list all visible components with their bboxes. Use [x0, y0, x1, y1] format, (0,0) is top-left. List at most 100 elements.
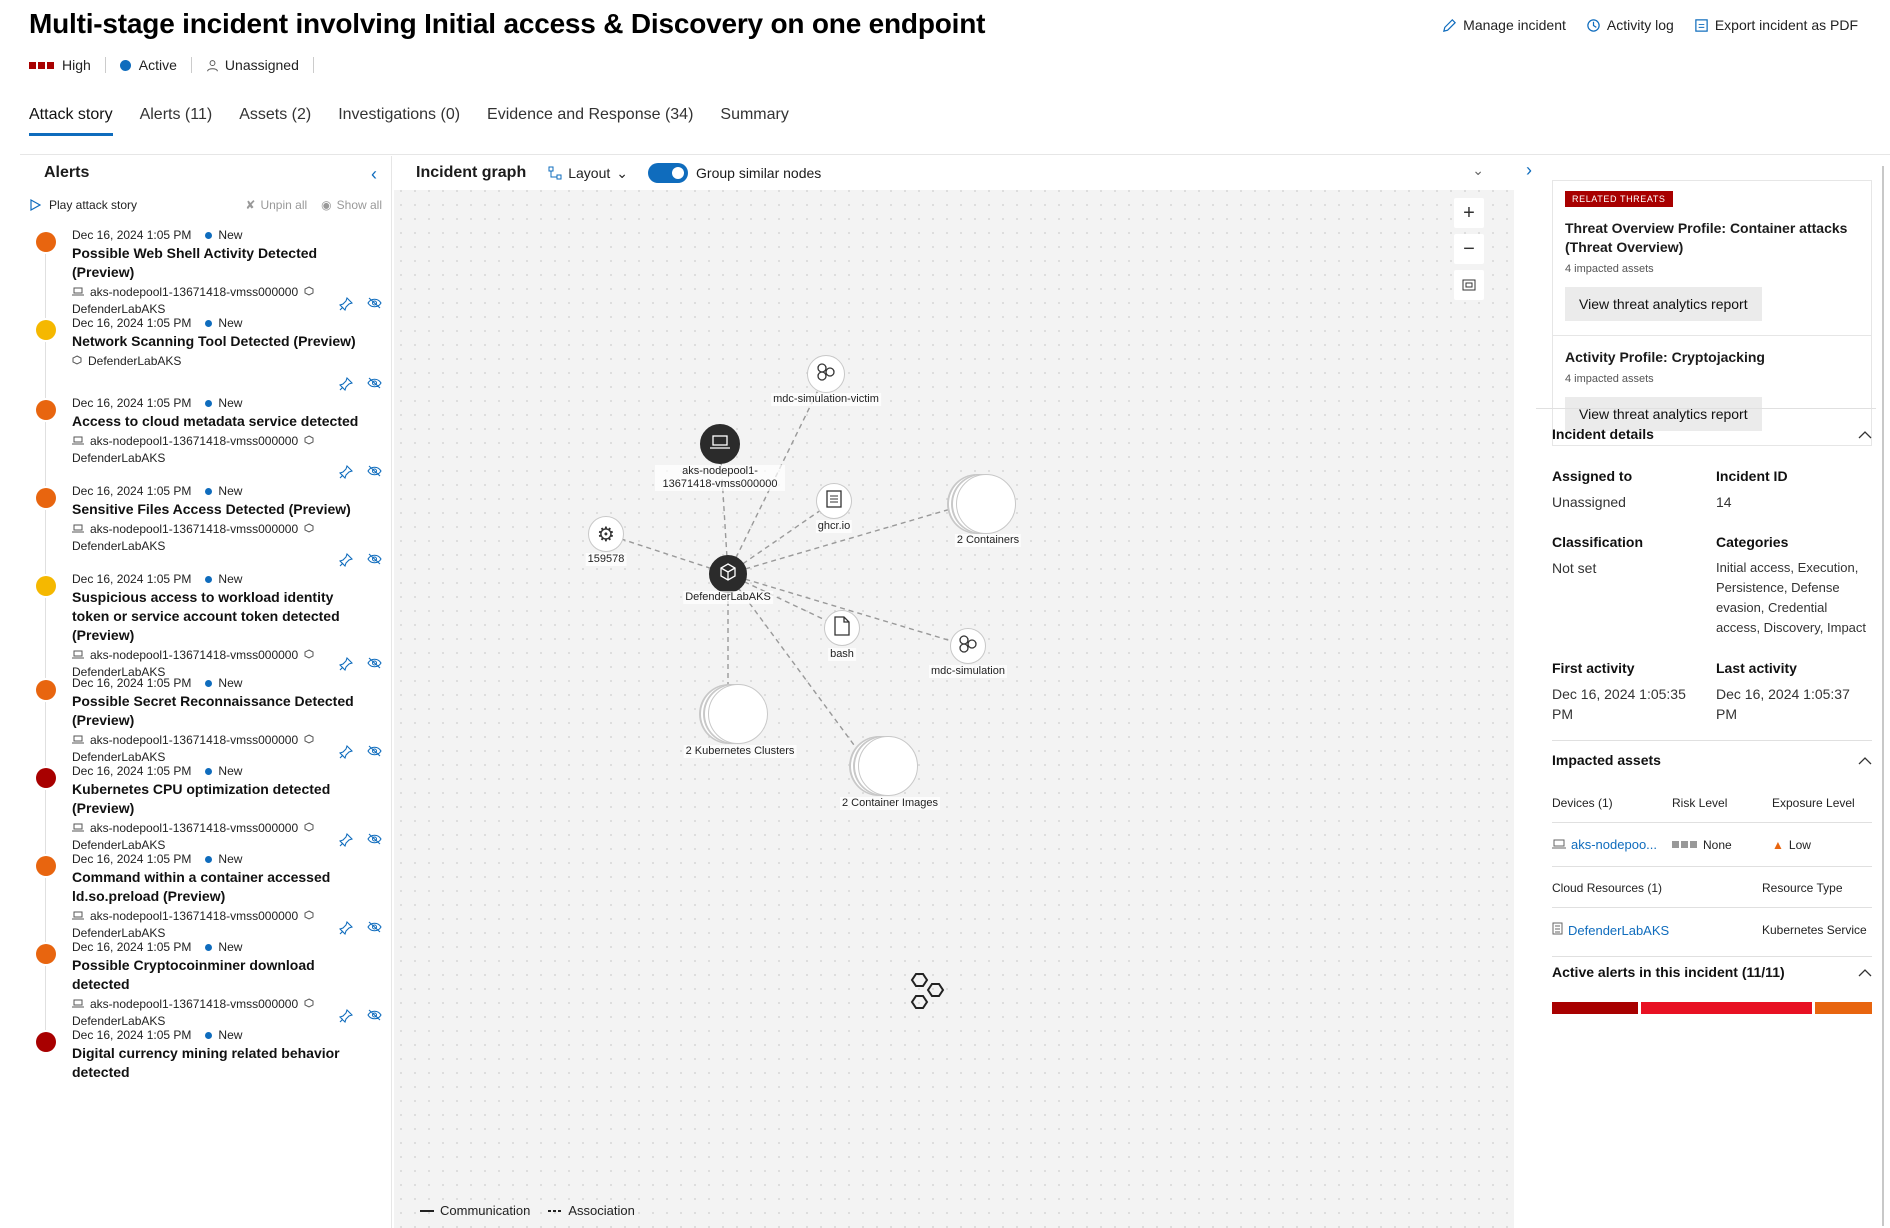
- laptop-icon: [72, 908, 84, 925]
- risk-value: None: [1703, 837, 1732, 852]
- hide-icon[interactable]: [367, 657, 382, 674]
- alert-item[interactable]: Dec 16, 2024 1:05 PM New Sensitive Files A…: [20, 484, 391, 574]
- collapse-chevron-icon[interactable]: ‹: [371, 164, 377, 185]
- cloud-link[interactable]: DefenderLabAKS: [1568, 923, 1669, 938]
- show-all-button[interactable]: ◉ Show all: [321, 198, 382, 212]
- pin-icon[interactable]: [338, 376, 354, 394]
- alert-title[interactable]: Sensitive Files Access Detected (Preview…: [72, 500, 372, 519]
- tab-investigations[interactable]: Investigations (0): [338, 106, 460, 136]
- alert-title[interactable]: Digital currency mining related behavior…: [72, 1044, 372, 1082]
- alert-item[interactable]: Dec 16, 2024 1:05 PM New Suspicious access…: [20, 572, 391, 679]
- alert-title[interactable]: Network Scanning Tool Detected (Preview): [72, 332, 372, 351]
- pin-icon[interactable]: [338, 464, 354, 482]
- unpin-all-button[interactable]: ✘ Unpin all: [245, 198, 307, 212]
- node-device[interactable]: [700, 424, 740, 464]
- alert-item[interactable]: Dec 16, 2024 1:05 PM New Access to cloud m…: [20, 396, 391, 486]
- node-containers[interactable]: [956, 474, 1016, 534]
- severity-dot-icon: [36, 576, 56, 596]
- activity-log-button[interactable]: Activity log: [1586, 17, 1674, 33]
- alert-title[interactable]: Possible Web Shell Activity Detected (Pr…: [72, 244, 372, 282]
- hide-icon[interactable]: [367, 833, 382, 850]
- alert-item[interactable]: Dec 16, 2024 1:05 PM New Possible Secret R…: [20, 676, 391, 766]
- alert-title[interactable]: Possible Secret Reconnaissance Detected …: [72, 692, 372, 730]
- node-victim[interactable]: [807, 355, 845, 393]
- expand-chevron-icon[interactable]: ›: [1526, 160, 1532, 181]
- alert-item[interactable]: Dec 16, 2024 1:05 PM New Digital currency …: [20, 1028, 391, 1088]
- pin-icon[interactable]: [338, 1008, 354, 1026]
- pin-icon[interactable]: [338, 832, 354, 850]
- hide-icon[interactable]: [367, 297, 382, 314]
- alert-title[interactable]: Suspicious access to workload identity t…: [72, 588, 372, 645]
- new-dot-icon: [205, 399, 213, 407]
- node-ghcr[interactable]: [816, 483, 852, 519]
- alert-meta: Dec 16, 2024 1:05 PM New: [72, 396, 372, 410]
- exposure-cell: ▲ Low: [1772, 838, 1811, 852]
- alert-status: New: [218, 396, 243, 410]
- risk-cell: None: [1672, 838, 1772, 852]
- alert-cluster: DefenderLabAKS: [72, 302, 166, 316]
- hide-icon[interactable]: [367, 553, 382, 570]
- pin-icon[interactable]: [338, 552, 354, 570]
- alert-meta: Dec 16, 2024 1:05 PM New: [72, 852, 372, 866]
- history-icon: [1586, 18, 1601, 33]
- alert-item[interactable]: Dec 16, 2024 1:05 PM New Command within a …: [20, 852, 391, 942]
- alert-time: Dec 16, 2024 1:05 PM: [72, 676, 192, 690]
- hide-icon[interactable]: [367, 465, 382, 482]
- impacted-assets-header[interactable]: Impacted assets: [1552, 752, 1872, 768]
- alert-severity-strip: [1552, 1002, 1872, 1014]
- alert-item[interactable]: Dec 16, 2024 1:05 PM New Possible Web Shel…: [20, 228, 391, 318]
- alert-title[interactable]: Possible Cryptocoinminer download detect…: [72, 956, 372, 994]
- alert-item[interactable]: Dec 16, 2024 1:05 PM New Kubernetes CPU op…: [20, 764, 391, 854]
- view-threat-report-button[interactable]: View threat analytics report: [1565, 287, 1762, 321]
- alert-meta: Dec 16, 2024 1:05 PM New: [72, 484, 372, 498]
- active-alerts-header[interactable]: Active alerts in this incident (11/11): [1552, 964, 1872, 980]
- alert-title[interactable]: Kubernetes CPU optimization detected (Pr…: [72, 780, 372, 818]
- node-container-images[interactable]: [858, 736, 918, 796]
- node-bash[interactable]: [824, 610, 860, 646]
- pin-icon[interactable]: [338, 744, 354, 762]
- play-attack-story-button[interactable]: Play attack story: [30, 198, 137, 212]
- node-simulation[interactable]: [950, 628, 986, 664]
- play-label: Play attack story: [49, 198, 138, 212]
- alert-status: New: [218, 940, 243, 954]
- hide-icon[interactable]: [367, 745, 382, 762]
- node-simulation-label: mdc-simulation: [929, 665, 1007, 678]
- tab-assets[interactable]: Assets (2): [239, 106, 311, 136]
- tab-attack-story[interactable]: Attack story: [29, 106, 113, 136]
- incident-graph[interactable]: Incident graph Layout ⌄ Group similar no…: [394, 156, 1514, 1228]
- alerts-panel-title: Alerts: [44, 164, 90, 181]
- severity-strip-medium: [1640, 1002, 1812, 1014]
- pin-icon[interactable]: [338, 656, 354, 674]
- pin-icon[interactable]: [338, 296, 354, 314]
- last-activity-value: Dec 16, 2024 1:05:37 PM: [1716, 686, 1850, 722]
- scrollbar[interactable]: [1882, 166, 1884, 1226]
- hide-icon[interactable]: [367, 1009, 382, 1026]
- device-link[interactable]: aks-nodepoo...: [1571, 837, 1657, 852]
- tab-evidence[interactable]: Evidence and Response (34): [487, 106, 693, 136]
- export-pdf-button[interactable]: Export incident as PDF: [1694, 17, 1858, 33]
- alert-item[interactable]: Dec 16, 2024 1:05 PM New Network Scanning …: [20, 316, 391, 398]
- node-k8s-clusters[interactable]: [708, 684, 768, 744]
- manage-incident-button[interactable]: Manage incident: [1442, 17, 1566, 33]
- alert-device: aks-nodepool1-13671418-vmss000000: [72, 647, 372, 664]
- hide-icon[interactable]: [367, 377, 382, 394]
- alert-cluster: DefenderLabAKS: [72, 926, 166, 940]
- tab-summary[interactable]: Summary: [720, 106, 788, 136]
- severity-dot-icon: [36, 944, 56, 964]
- cloud-cell: DefenderLabAKS: [1552, 922, 1762, 938]
- pin-icon[interactable]: [338, 920, 354, 938]
- alerts-toolbar: Play attack story ✘ Unpin all ◉ Show all: [30, 198, 382, 212]
- alert-meta: Dec 16, 2024 1:05 PM New: [72, 676, 372, 690]
- hide-icon[interactable]: [367, 921, 382, 938]
- alert-item[interactable]: Dec 16, 2024 1:05 PM New Possible Cryptoco…: [20, 940, 391, 1030]
- node-process[interactable]: ⚙: [588, 516, 624, 552]
- timeline-line: [45, 878, 46, 942]
- alert-title[interactable]: Command within a container accessed ld.s…: [72, 868, 372, 906]
- gear-icon: ⚙: [597, 523, 615, 546]
- incident-details-header[interactable]: Incident details: [1552, 426, 1872, 442]
- divider: [1552, 956, 1872, 957]
- tab-alerts[interactable]: Alerts (11): [140, 106, 213, 136]
- threat-item: Threat Overview Profile: Container attac…: [1553, 207, 1871, 335]
- alert-title[interactable]: Access to cloud metadata service detecte…: [72, 412, 372, 431]
- node-cluster[interactable]: [709, 555, 747, 593]
